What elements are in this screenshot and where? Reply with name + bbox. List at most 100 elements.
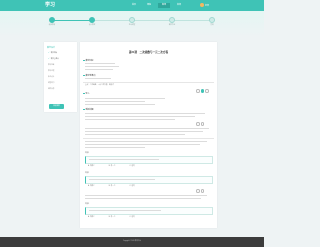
question-label: 例题1 bbox=[85, 153, 90, 154]
text-line bbox=[85, 116, 195, 118]
sidebar-item[interactable]: 教学过程 bbox=[48, 70, 54, 72]
user-menu[interactable]: 老师 bbox=[200, 3, 209, 7]
section-heading: 导入 bbox=[83, 92, 90, 95]
sidebar-item-label: 教学目标 bbox=[50, 53, 58, 54]
delete-icon[interactable] bbox=[200, 189, 204, 193]
option-a[interactable]: A. 有两个 bbox=[88, 216, 95, 218]
option-c[interactable]: C. 没有 bbox=[129, 185, 134, 187]
option-a[interactable]: A. 有两个 bbox=[88, 165, 95, 167]
section-heading: 教学目标 bbox=[83, 59, 94, 62]
delete-icon[interactable] bbox=[200, 122, 204, 126]
step-label: 课后作业 bbox=[168, 25, 176, 26]
sidebar-item[interactable]: ✓ 教学重难点 bbox=[48, 58, 59, 60]
option-c[interactable]: C. 没有 bbox=[129, 216, 134, 218]
section-heading-text: 导入 bbox=[85, 93, 90, 95]
nav-item-resources[interactable]: 资源 bbox=[173, 3, 185, 8]
edit-icon[interactable] bbox=[196, 89, 200, 93]
key-points-text: 重点：二次函数、一元二次方程、判别式 bbox=[85, 85, 114, 86]
nav-item-courses[interactable]: 课程 bbox=[143, 3, 155, 8]
page-title: 第21课 二次函数与一元二次方程 bbox=[128, 51, 169, 54]
step-2[interactable]: 设计教案 bbox=[76, 17, 108, 26]
option-a[interactable]: A. 有两个 bbox=[88, 185, 95, 187]
text-line bbox=[85, 78, 111, 80]
question-box[interactable] bbox=[85, 176, 213, 184]
option-b[interactable]: B. 有一个 bbox=[109, 185, 116, 187]
add-icon[interactable] bbox=[200, 89, 204, 93]
sidebar-item-label: 板书设计 bbox=[48, 77, 55, 78]
option-b[interactable]: B. 有一个 bbox=[109, 216, 116, 218]
step-4[interactable]: 课后作业 bbox=[156, 17, 188, 26]
user-name[interactable]: 老师 bbox=[205, 4, 209, 7]
edit-tools bbox=[196, 189, 204, 193]
delete-icon[interactable] bbox=[205, 89, 209, 93]
sidebar-item[interactable]: 课后反思 bbox=[48, 88, 54, 90]
options: A. 有两个 B. 有一个 C. 没有 bbox=[88, 165, 135, 167]
edit-icon[interactable] bbox=[196, 122, 200, 126]
option-c[interactable]: C. 没有 bbox=[129, 165, 134, 167]
sidebar-item-label: 教学重难点 bbox=[50, 59, 59, 60]
sidebar-outline: 教学设计 ✓ 教学目标 ✓ 教学重难点 教学准备 教学过程 板书设计 课堂练习 … bbox=[44, 42, 77, 112]
progress-steps: 选择教材 设计教案 互动课堂 课后作业 完成 bbox=[48, 17, 216, 29]
sidebar-item[interactable]: 板书设计 bbox=[48, 76, 54, 78]
sidebar-item-label: 课堂练习 bbox=[48, 83, 55, 84]
sidebar-item-label: 教学准备 bbox=[48, 65, 55, 66]
question-box[interactable] bbox=[85, 156, 213, 164]
section-marker-icon bbox=[83, 108, 85, 111]
text-line bbox=[85, 63, 115, 65]
edit-tools bbox=[196, 89, 209, 93]
sidebar-title: 教学设计 bbox=[47, 47, 56, 49]
step-1[interactable]: 选择教材 bbox=[36, 17, 68, 26]
text-line bbox=[85, 69, 113, 71]
text-line bbox=[89, 178, 155, 180]
section-heading-text: 教学目标 bbox=[85, 60, 94, 62]
nav-item-lesson-prep[interactable]: 备课 bbox=[158, 3, 170, 8]
options: A. 有两个 B. 有一个 C. 没有 bbox=[88, 185, 135, 187]
step-label: 设计教案 bbox=[88, 25, 96, 26]
text-line bbox=[85, 98, 165, 100]
sidebar-item-label: 课后反思 bbox=[48, 89, 55, 90]
section-heading-text: 新授讲解 bbox=[85, 109, 94, 111]
step-5[interactable]: 完成 bbox=[196, 17, 228, 26]
step-dot-icon bbox=[89, 17, 95, 23]
site-logo[interactable]: 学习 bbox=[44, 2, 56, 9]
text-line bbox=[85, 119, 175, 121]
text-line bbox=[85, 113, 205, 115]
question-label: 例题3 bbox=[85, 204, 90, 205]
section-heading: 新授讲解 bbox=[83, 108, 94, 111]
step-dot-icon bbox=[209, 17, 215, 23]
sidebar-item[interactable]: ✓ 教学目标 bbox=[48, 52, 57, 54]
text-line bbox=[85, 144, 200, 146]
text-line bbox=[85, 198, 201, 200]
edit-icon[interactable] bbox=[196, 189, 200, 193]
text-line bbox=[85, 147, 145, 149]
text-line bbox=[85, 101, 145, 103]
text-line bbox=[85, 128, 209, 130]
question-label: 例题2 bbox=[85, 173, 90, 174]
options: A. 有两个 B. 有一个 C. 没有 bbox=[88, 216, 135, 218]
section-marker-icon bbox=[83, 59, 85, 62]
text-line bbox=[85, 134, 185, 136]
text-line bbox=[85, 141, 207, 143]
question-box[interactable] bbox=[85, 207, 213, 215]
text-line bbox=[85, 131, 203, 133]
option-b[interactable]: B. 有一个 bbox=[109, 165, 116, 167]
text-line bbox=[85, 104, 155, 106]
main-nav: 首页 课程 备课 资源 bbox=[128, 3, 185, 8]
sidebar-item[interactable]: 课堂练习 bbox=[48, 82, 54, 84]
step-label: 选择教材 bbox=[48, 25, 56, 26]
step-3[interactable]: 互动课堂 bbox=[116, 17, 148, 26]
save-lesson-button[interactable]: 保存教案 bbox=[49, 104, 64, 109]
sidebar-item[interactable]: 教学准备 bbox=[48, 64, 54, 66]
step-dot-icon bbox=[49, 17, 55, 23]
check-icon: ✓ bbox=[48, 58, 50, 60]
section-marker-icon bbox=[83, 92, 85, 95]
edit-tools bbox=[196, 122, 204, 126]
section-heading: 教学重难点 bbox=[83, 74, 96, 77]
check-icon: ✓ bbox=[48, 52, 50, 54]
step-label: 完成 bbox=[210, 25, 214, 26]
nav-item-home[interactable]: 首页 bbox=[128, 3, 140, 8]
step-label: 互动课堂 bbox=[128, 25, 136, 26]
avatar[interactable] bbox=[200, 3, 204, 7]
section-marker-icon bbox=[83, 74, 85, 77]
copyright-text: Copyright © 2016 教学平台 bbox=[122, 241, 142, 242]
